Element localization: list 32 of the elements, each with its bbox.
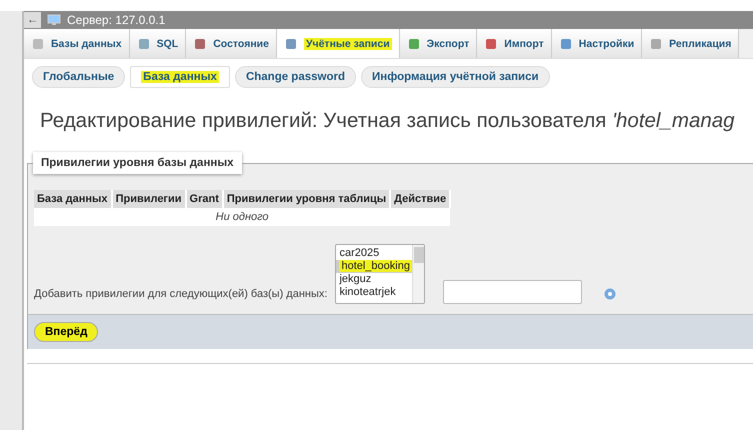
column-header: База данных bbox=[34, 190, 112, 208]
help-icon[interactable] bbox=[604, 288, 616, 300]
server-title: Сервер: 127.0.0.1 bbox=[67, 13, 166, 27]
nav-tab[interactable]: Экспорт bbox=[400, 29, 478, 58]
submit-button[interactable]: Вперёд bbox=[34, 322, 98, 342]
back-button[interactable]: ← bbox=[24, 12, 41, 28]
column-header: Привилегии bbox=[112, 190, 186, 208]
nav-tab[interactable]: Импорт bbox=[477, 29, 552, 58]
nav-tab[interactable]: Настройки bbox=[552, 29, 642, 58]
database-list[interactable]: car2025 hotel_booking jekguz kinoteatrjek bbox=[335, 244, 426, 304]
input-field[interactable] bbox=[443, 280, 582, 304]
nav-tab[interactable]: Учётные записи bbox=[276, 29, 400, 58]
empty-cell: Ни одного bbox=[34, 208, 450, 226]
database-option[interactable]: hotel_booking bbox=[336, 260, 412, 273]
sub-tab[interactable]: Информация учётной записи bbox=[361, 66, 550, 88]
sub-tab[interactable]: Change password bbox=[234, 66, 356, 88]
monitor-icon bbox=[47, 14, 61, 26]
nav-tab[interactable]: Состояние bbox=[186, 29, 277, 58]
column-header: Grant bbox=[186, 190, 223, 208]
page-heading: Редактирование привилегий: Учетная запись пользователя 'hotel_manag bbox=[40, 109, 736, 133]
column-header: Действие bbox=[390, 190, 450, 208]
nav-tab[interactable]: SQL bbox=[130, 29, 186, 58]
sub-tab[interactable]: База данных bbox=[130, 66, 230, 88]
sub-tab[interactable]: Глобальные bbox=[32, 66, 126, 88]
nav-tab[interactable]: Базы данных bbox=[24, 29, 130, 58]
add-label: Добавить привилегии для следующих(ей) баз(ы) данных: bbox=[34, 288, 328, 300]
database-option[interactable]: kinoteatrjek bbox=[336, 286, 412, 299]
database-option[interactable]: jekguz bbox=[336, 273, 412, 286]
column-header: Привилегии уровня таблицы bbox=[222, 190, 390, 208]
fieldset-legend: Привилегии уровня базы данных bbox=[33, 152, 242, 174]
database-option[interactable]: car2025 bbox=[336, 247, 412, 260]
nav-tab[interactable]: Репликация bbox=[642, 29, 740, 58]
